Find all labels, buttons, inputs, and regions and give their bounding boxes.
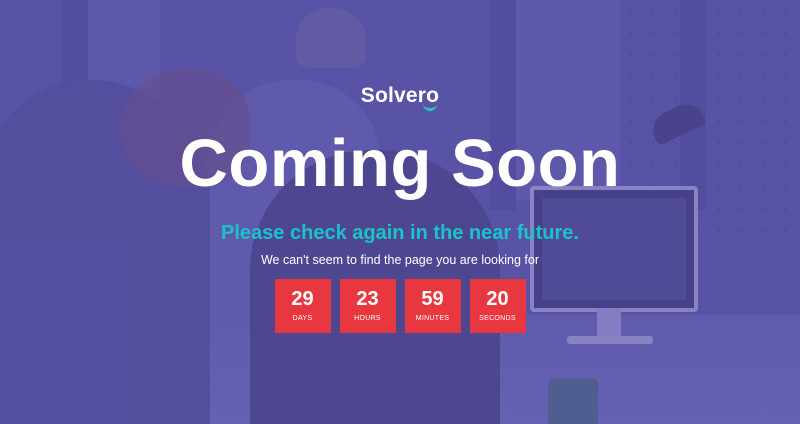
brand-logo[interactable]: Solvero	[361, 84, 439, 112]
countdown-label: MINUTES	[415, 315, 450, 322]
countdown-label: SECONDS	[479, 315, 516, 322]
logo-swoosh-icon	[423, 103, 438, 111]
page-description: We can't seem to find the page you are l…	[260, 253, 539, 267]
countdown-label: HOURS	[354, 315, 381, 322]
countdown-label: DAYS	[292, 315, 313, 322]
countdown-value: 20	[486, 288, 509, 310]
page-subtitle: Please check again in the near future.	[221, 222, 579, 244]
countdown-timer: 29 DAYS 23 HOURS 59 MINUTES 20 SECONDS	[274, 279, 526, 333]
countdown-value: 59	[421, 288, 444, 310]
page-title: Coming Soon	[179, 126, 621, 201]
countdown-seconds: 20 SECONDS	[469, 279, 526, 333]
countdown-hours: 23 HOURS	[339, 279, 396, 333]
countdown-minutes: 59 MINUTES	[404, 279, 461, 333]
countdown-value: 23	[356, 288, 379, 310]
hero-content: Solvero Coming Soon Please check again i…	[0, 0, 800, 424]
coming-soon-page: Solvero Coming Soon Please check again i…	[0, 0, 800, 424]
countdown-days: 29 DAYS	[274, 279, 331, 333]
countdown-value: 29	[291, 288, 314, 310]
